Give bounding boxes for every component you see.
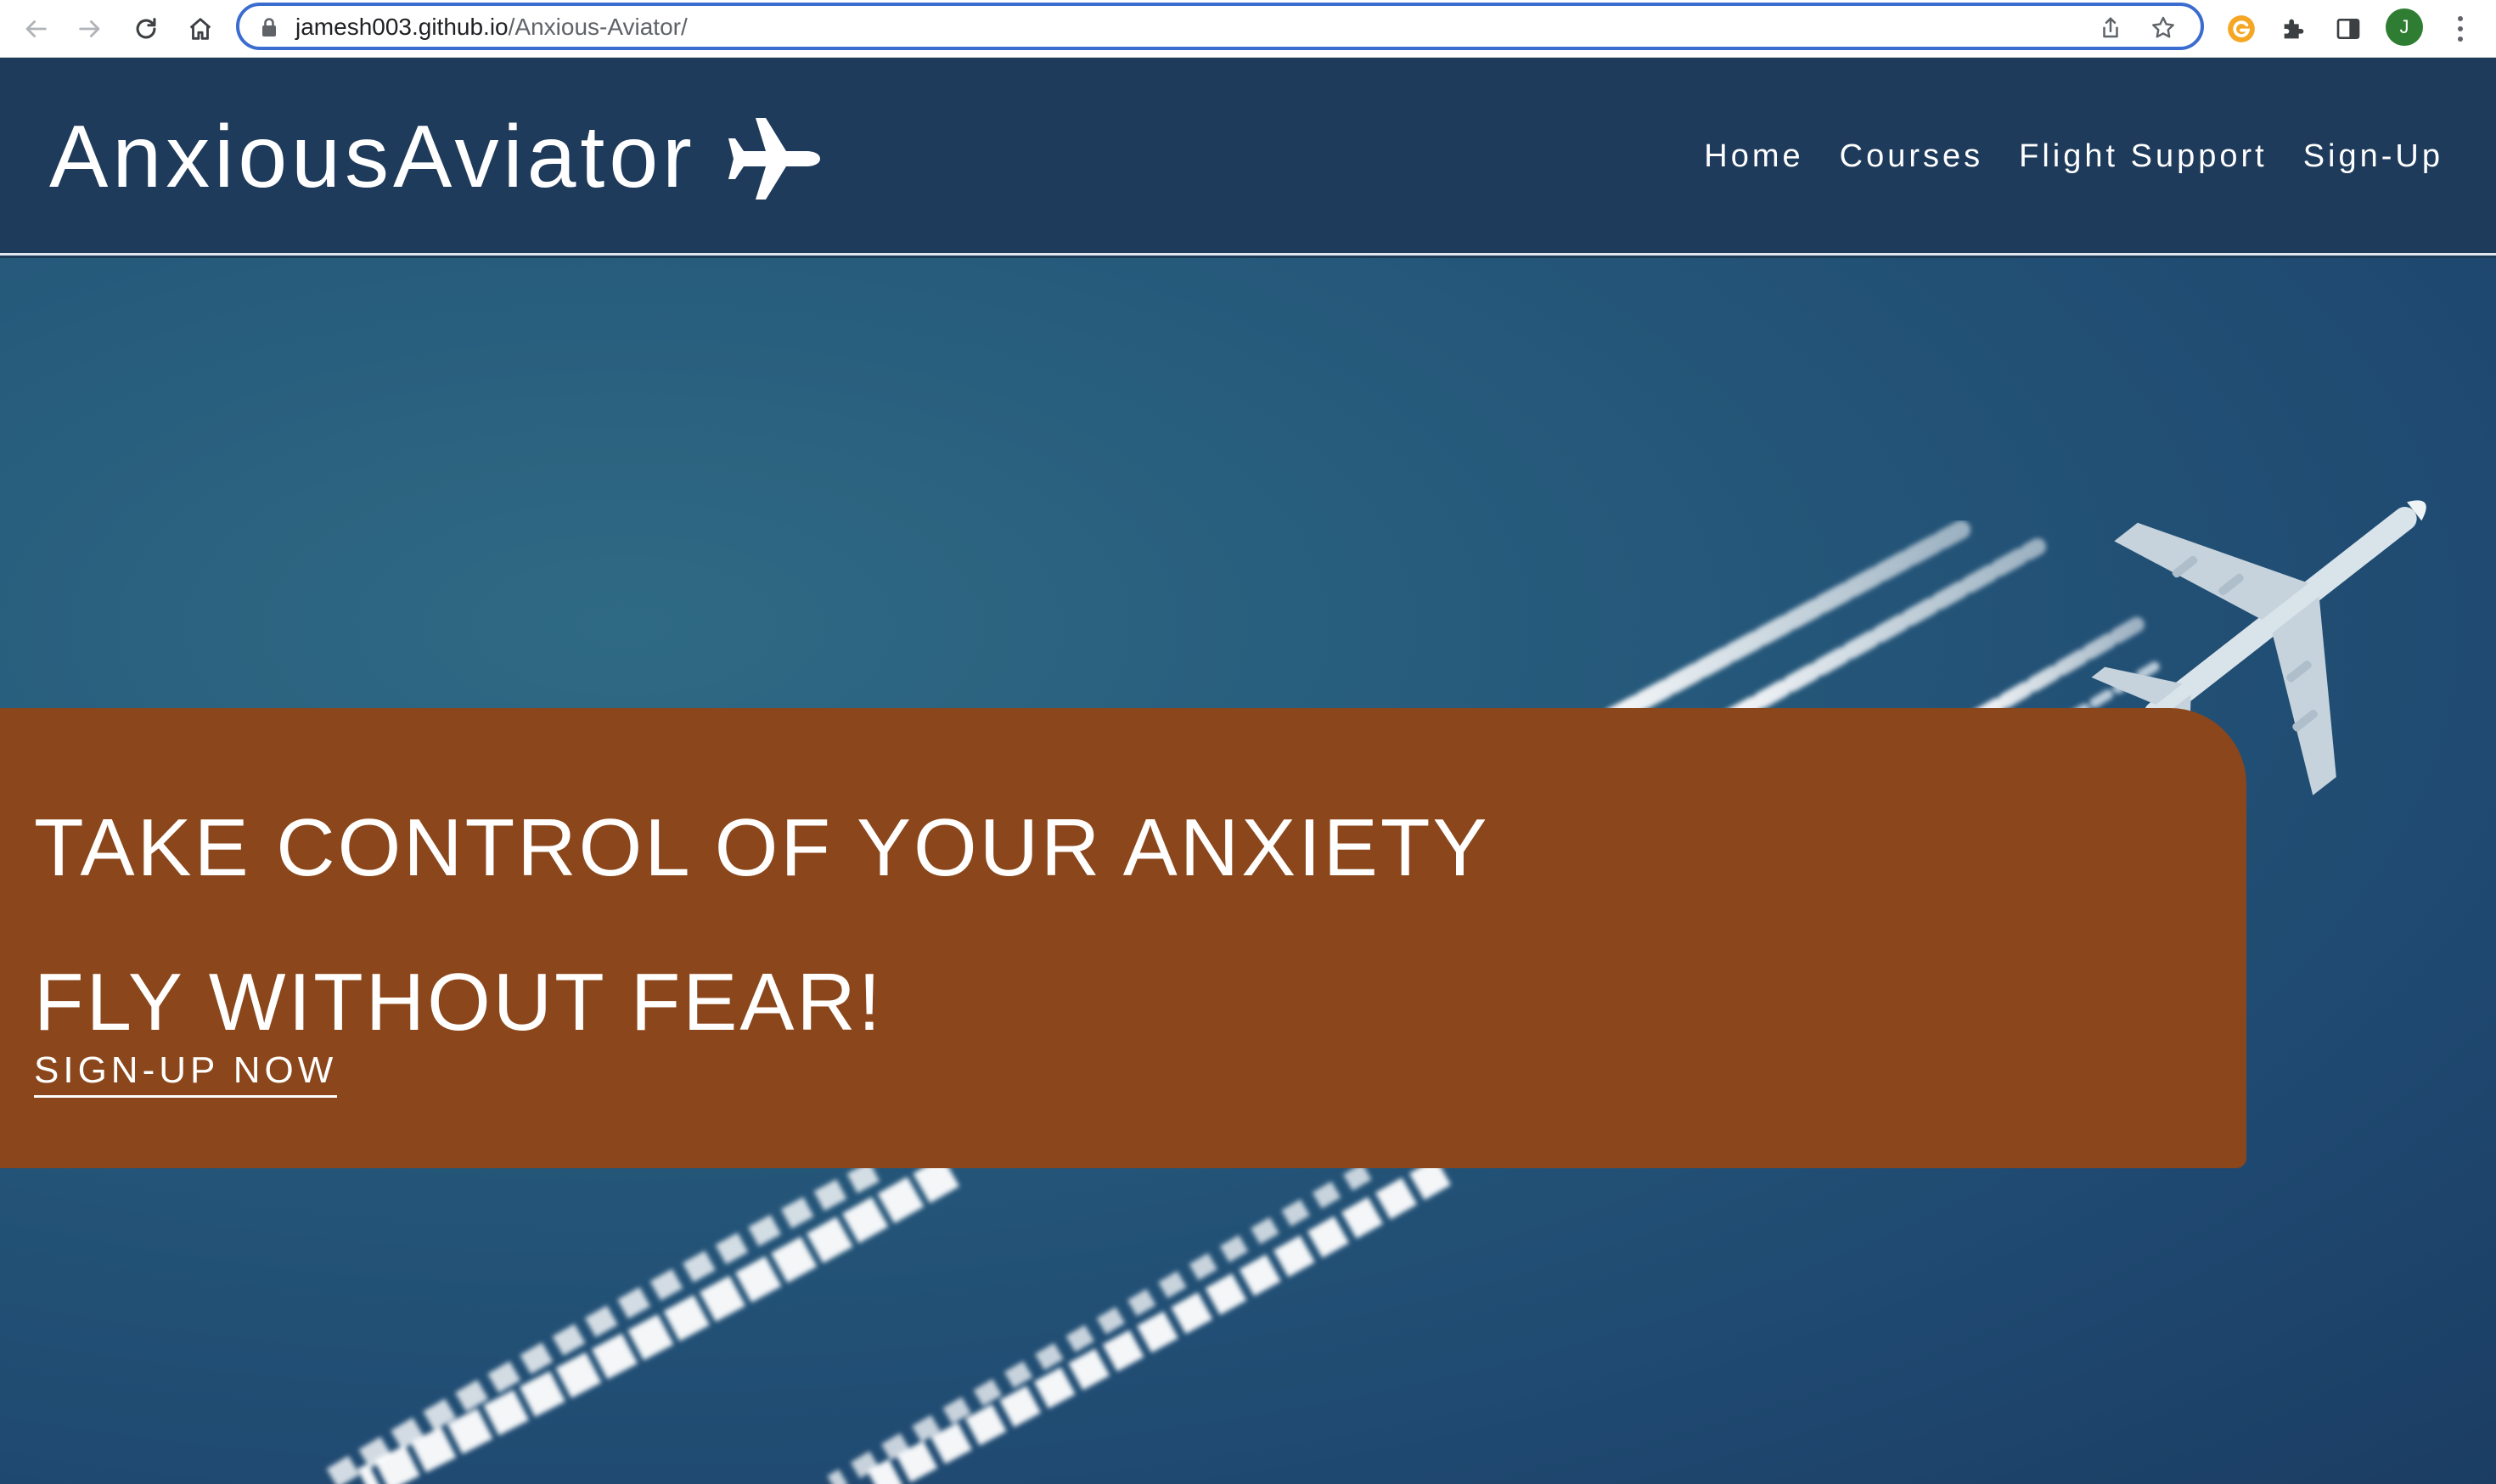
- hero-section: TAKE CONTROL OF YOUR ANXIETY FLY WITHOUT…: [0, 258, 2496, 1484]
- contrail-group-lower: [317, 1156, 1451, 1484]
- hero-headline-2: FLY WITHOUT FEAR!: [34, 956, 884, 1048]
- reload-icon: [136, 18, 156, 39]
- side-panel-icon: [2336, 19, 2360, 39]
- nav-courses[interactable]: Courses: [1840, 137, 1984, 176]
- brand-logo-link[interactable]: AnxiousAviator: [49, 106, 824, 208]
- contrail-group-upper: [1604, 520, 2162, 726]
- more-menu-icon[interactable]: [2443, 8, 2477, 49]
- signup-now-link[interactable]: SIGN-UP NOW: [34, 1048, 338, 1098]
- bookmark-button[interactable]: [2148, 13, 2178, 43]
- site-header: AnxiousAviator Home Courses Flight Suppo…: [0, 59, 2496, 256]
- nav-home[interactable]: Home: [1704, 137, 1803, 176]
- address-bar[interactable]: jamesh003.github.io/Anxious-Aviator/: [236, 3, 2204, 50]
- grammarly-extension-icon: [2228, 15, 2255, 42]
- grammarly-extension-button[interactable]: [2221, 8, 2262, 49]
- nav-sign-up[interactable]: Sign-Up: [2303, 137, 2443, 176]
- reload-button[interactable]: [126, 8, 166, 49]
- share-icon: [2103, 17, 2118, 38]
- back-icon: [25, 20, 47, 37]
- forward-icon: [79, 20, 100, 37]
- main-nav: Home Courses Flight Support Sign-Up: [1704, 137, 2443, 176]
- cta-panel: TAKE CONTROL OF YOUR ANXIETY FLY WITHOUT…: [0, 708, 2246, 1168]
- forward-button[interactable]: [70, 8, 110, 49]
- nav-flight-support[interactable]: Flight Support: [2019, 137, 2268, 176]
- plane-icon: [728, 118, 820, 200]
- brand-name: AnxiousAviator: [49, 108, 696, 206]
- profile-avatar[interactable]: J: [2386, 8, 2423, 46]
- bookmark-star-icon: [2152, 16, 2174, 38]
- side-panel-button[interactable]: [2328, 8, 2369, 49]
- url-domain: jamesh003.github.io: [295, 14, 509, 40]
- lock-icon[interactable]: [260, 17, 278, 37]
- home-icon: [189, 18, 211, 40]
- browser-toolbar: jamesh003.github.io/Anxious-Aviator/ J: [0, 0, 2496, 58]
- home-button[interactable]: [180, 8, 221, 49]
- url-path: /Anxious-Aviator/: [508, 14, 688, 40]
- back-button[interactable]: [15, 8, 56, 49]
- extensions-puzzle-icon: [2284, 19, 2304, 39]
- extensions-button[interactable]: [2274, 8, 2314, 49]
- hero-headline-1: TAKE CONTROL OF YOUR ANXIETY: [34, 802, 1490, 894]
- url-text[interactable]: jamesh003.github.io/Anxious-Aviator/: [295, 13, 688, 42]
- share-button[interactable]: [2095, 13, 2126, 43]
